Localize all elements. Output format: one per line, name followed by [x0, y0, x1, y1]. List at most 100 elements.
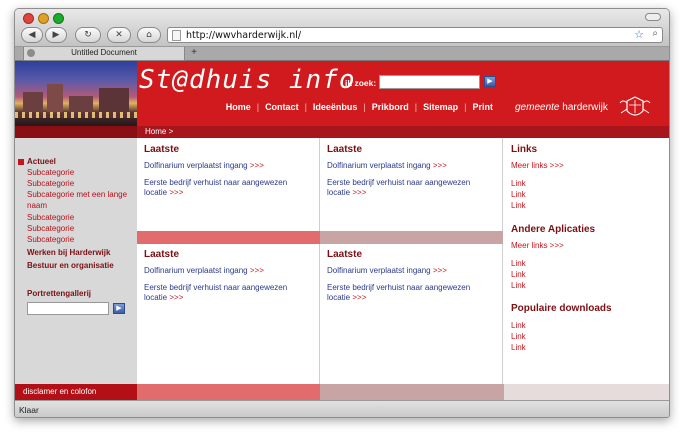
- nav-sitemap[interactable]: Sitemap: [423, 102, 458, 112]
- news-link[interactable]: Dolfinarium verplaatst ingang >>>: [144, 161, 314, 171]
- news-link[interactable]: Dolfinarium verplaatst ingang >>>: [144, 266, 314, 276]
- news-link[interactable]: Eerste bedrijf verhuist naar aangewezen l…: [144, 283, 314, 303]
- site-logo[interactable]: St@dhuis info: [139, 65, 356, 95]
- news-box: Laatste Dolfinarium verplaatst ingang >>…: [144, 144, 314, 205]
- status-text: Klaar: [19, 405, 39, 415]
- link-item[interactable]: Link: [511, 200, 669, 211]
- tab-title: Untitled Document: [71, 48, 137, 57]
- nav-home[interactable]: Home: [226, 102, 251, 112]
- search-icon[interactable]: ⌕: [652, 28, 658, 39]
- nav-separator: |: [464, 102, 467, 112]
- news-box: Laatste Dolfinarium verplaatst ingang >>…: [327, 249, 497, 310]
- sidebar-subitem[interactable]: Subcategorie: [27, 224, 74, 234]
- nav-prikbord[interactable]: Prikbord: [372, 102, 409, 112]
- sidebar-subitem-long-cont[interactable]: naam: [27, 201, 47, 211]
- link-item[interactable]: Link: [511, 280, 669, 291]
- browser-toolbar: ◀ ▶ ↻ ✕ ⌂ http://wwvharderwijk.nl/ ☆ ⌕: [15, 9, 669, 47]
- news-link[interactable]: Eerste bedrijf verhuist naar aangewezen l…: [327, 283, 497, 303]
- column-divider-band: [137, 231, 320, 244]
- minimize-window-button[interactable]: [38, 13, 49, 24]
- portret-search-input[interactable]: [27, 302, 109, 315]
- news-title: Laatste: [144, 249, 180, 260]
- search-go-button[interactable]: ▶: [484, 76, 496, 87]
- tab-untitled-document[interactable]: Untitled Document: [23, 47, 185, 61]
- news-column-1: Laatste Dolfinarium verplaatst ingang >>…: [137, 138, 320, 384]
- close-tab-icon[interactable]: [27, 49, 35, 57]
- portret-go-button[interactable]: ▶: [113, 303, 125, 314]
- site-search-input[interactable]: [379, 75, 480, 89]
- reload-icon: ↻: [84, 30, 92, 40]
- apps-title: Andere Aplicaties: [511, 224, 596, 235]
- gemeente-word: gemeente: [515, 102, 560, 113]
- coat-of-arms-icon: [619, 96, 651, 116]
- sidebar-item-werken[interactable]: Werken bij Harderwijk: [27, 248, 110, 258]
- nav-separator: |: [304, 102, 307, 112]
- news-box: Laatste Dolfinarium verplaatst ingang >>…: [327, 144, 497, 205]
- portret-label: Portrettengallerij: [27, 289, 92, 298]
- sidebar-subitem[interactable]: Subcategorie: [27, 179, 74, 189]
- disclaimer-link[interactable]: disclamer en colofon: [23, 387, 96, 396]
- news-link[interactable]: Dolfinarium verplaatst ingang >>>: [327, 266, 497, 276]
- harderwijk-word: harderwijk: [559, 102, 608, 113]
- address-bar[interactable]: http://wwvharderwijk.nl/ ☆ ⌕: [167, 27, 663, 43]
- main-content: Laatste Dolfinarium verplaatst ingang >>…: [137, 138, 669, 384]
- news-title: Laatste: [327, 249, 363, 260]
- link-item[interactable]: Link: [511, 269, 669, 280]
- breadcrumb-home[interactable]: Home >: [145, 127, 173, 136]
- news-link[interactable]: Dolfinarium verplaatst ingang >>>: [327, 161, 497, 171]
- nav-ideeenbus[interactable]: Ideeënbus: [313, 102, 358, 112]
- footer-band: [320, 384, 504, 400]
- meer-links-link[interactable]: Meer links >>>: [511, 241, 669, 250]
- photo-building: [23, 92, 43, 114]
- forward-button[interactable]: ▶: [45, 27, 67, 43]
- bookmark-star-icon[interactable]: ☆: [634, 28, 644, 41]
- downloads-section: Populaire downloads Link Link Link: [511, 303, 669, 353]
- link-item[interactable]: Link: [511, 258, 669, 269]
- town-hall-photo: [15, 61, 137, 126]
- nav-print[interactable]: Print: [472, 102, 493, 112]
- back-button[interactable]: ◀: [21, 27, 43, 43]
- news-column-2: Laatste Dolfinarium verplaatst ingang >>…: [320, 138, 503, 384]
- footer-band: [137, 384, 320, 400]
- page-icon: [172, 30, 181, 41]
- home-button[interactable]: ⌂: [137, 27, 161, 43]
- sidebar-subitem[interactable]: Subcategorie: [27, 213, 74, 223]
- links-section: Links Meer links >>> Link Link Link: [511, 144, 669, 211]
- status-bar: Klaar: [15, 400, 669, 417]
- news-title: Laatste: [327, 144, 363, 155]
- site-footer: disclamer en colofon: [15, 384, 669, 400]
- toolbar-toggle-button[interactable]: [645, 13, 661, 21]
- photo-building: [47, 84, 63, 114]
- link-item[interactable]: Link: [511, 320, 669, 331]
- reload-button[interactable]: ↻: [75, 27, 101, 43]
- photo-building: [99, 88, 129, 114]
- sidebar-subitem[interactable]: Subcategorie: [27, 235, 74, 245]
- news-link[interactable]: Eerste bedrijf verhuist naar aangewezen l…: [327, 178, 497, 198]
- link-item[interactable]: Link: [511, 342, 669, 353]
- footer-left-block: disclamer en colofon: [15, 384, 137, 400]
- photo-market-lights: [15, 112, 137, 118]
- sidebar-item-actueel[interactable]: Actueel: [27, 157, 56, 167]
- forward-icon: ▶: [52, 30, 60, 40]
- sidebar-subitem-long[interactable]: Subcategorie met een lange: [27, 190, 127, 200]
- new-tab-button[interactable]: +: [187, 47, 201, 61]
- link-item[interactable]: Link: [511, 178, 669, 189]
- left-sidebar: Actueel Subcategorie Subcategorie Subcat…: [15, 138, 137, 384]
- sidebar-subitem[interactable]: Subcategorie: [27, 168, 74, 178]
- search-label: ik zoek:: [345, 78, 377, 88]
- stop-button[interactable]: ✕: [107, 27, 131, 43]
- nav-contact[interactable]: Contact: [265, 102, 299, 112]
- browser-window: ◀ ▶ ↻ ✕ ⌂ http://wwvharderwijk.nl/ ☆ ⌕ U…: [14, 8, 670, 418]
- address-url[interactable]: http://wwvharderwijk.nl/: [186, 30, 301, 41]
- sidebar-item-bestuur[interactable]: Bestuur en organisatie: [27, 261, 114, 271]
- breadcrumb-bar: Home >: [15, 126, 669, 138]
- meer-links-link[interactable]: Meer links >>>: [511, 161, 669, 170]
- gemeente-harderwijk-logo[interactable]: gemeente harderwijk: [515, 102, 608, 113]
- right-column: Links Meer links >>> Link Link Link Ande…: [504, 138, 669, 384]
- news-box: Laatste Dolfinarium verplaatst ingang >>…: [144, 249, 314, 310]
- close-window-button[interactable]: [23, 13, 34, 24]
- link-item[interactable]: Link: [511, 189, 669, 200]
- link-item[interactable]: Link: [511, 331, 669, 342]
- zoom-window-button[interactable]: [53, 13, 64, 24]
- news-link[interactable]: Eerste bedrijf verhuist naar aangewezen l…: [144, 178, 314, 198]
